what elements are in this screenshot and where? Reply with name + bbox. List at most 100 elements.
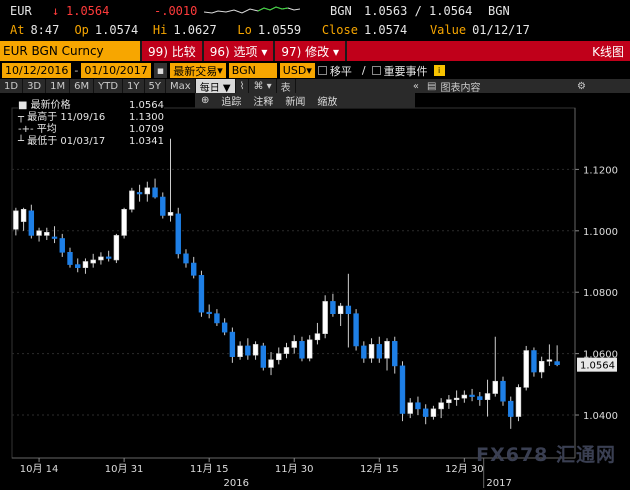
candle-body: [152, 187, 158, 198]
legend-value: 1.0341: [129, 136, 164, 147]
info-icon[interactable]: i: [433, 65, 445, 76]
period-3d[interactable]: 3D: [23, 79, 47, 93]
period-5y[interactable]: 5Y: [145, 79, 167, 93]
events-label: 重要事件: [383, 64, 428, 78]
calendar-icon[interactable]: ▪: [153, 63, 168, 78]
candle-body: [44, 232, 50, 236]
candle-body: [330, 301, 336, 315]
candle-body: [508, 400, 514, 417]
y-tick-label: 1.0400: [583, 411, 618, 422]
candle-body: [252, 344, 259, 356]
legend-item-high[interactable]: ┬ 最高于 11/09/16 1.1300: [18, 112, 164, 124]
watermark: FX678 汇通网: [476, 444, 616, 466]
candle-body: [214, 313, 220, 324]
candle-body: [59, 238, 65, 253]
y-tick-label: 1.1000: [583, 227, 618, 238]
open-label: Op: [74, 23, 89, 37]
compare-button[interactable]: 99) 比较: [142, 41, 202, 61]
high-value: 1.0627: [173, 23, 217, 37]
year-label: 2016: [224, 478, 249, 489]
candle-body: [82, 261, 89, 268]
quote-source-2: BGN: [488, 4, 510, 18]
bid-ask: 1.0563 / 1.0564: [364, 4, 473, 18]
function-toolbar: EUR BGN Curncy 99) 比较 96) 选项 ▾ 97) 修改 ▾ …: [0, 41, 630, 61]
candle-body: [13, 210, 19, 230]
chart-content-icon: ▤: [427, 80, 437, 92]
candle-body: [206, 311, 212, 315]
period-1d[interactable]: 1D: [0, 79, 24, 93]
legend-square-icon: ■: [18, 100, 31, 111]
line-chart-icon[interactable]: ⌇: [236, 79, 250, 93]
news-button[interactable]: 新闻: [279, 93, 311, 108]
cursor-icon[interactable]: ⊕: [195, 95, 215, 106]
candle-body: [345, 305, 352, 315]
legend-item-low[interactable]: ┴ 最低于 01/03/17 1.0341: [18, 136, 164, 148]
candle-body: [237, 345, 243, 357]
candle-body: [469, 394, 475, 397]
quote-source: BGN: [330, 4, 352, 18]
zoom-button[interactable]: 缩放: [311, 93, 343, 108]
candle-body: [191, 262, 197, 276]
candle-body: [307, 339, 313, 359]
period-1y[interactable]: 1Y: [123, 79, 145, 93]
candle-body: [268, 359, 274, 368]
candle-body: [129, 190, 135, 210]
candle-body: [67, 251, 73, 265]
candle-body: [500, 380, 506, 402]
price-change: -.0010: [154, 4, 198, 18]
period-6m[interactable]: 6M: [70, 79, 95, 93]
candle-body: [415, 402, 421, 410]
gear-icon[interactable]: ⚙: [573, 79, 590, 93]
legend-value: 1.0709: [129, 124, 164, 135]
candle-body: [75, 264, 81, 268]
close-value: 1.0574: [363, 23, 408, 37]
legend-value: 1.0564: [129, 100, 164, 111]
chart-content-button[interactable]: ▤ 图表内容: [423, 79, 573, 94]
candle-body: [422, 408, 429, 417]
at-label: At: [10, 23, 25, 37]
legend-item-avg[interactable]: -+- 平均 1.0709: [18, 124, 164, 136]
open-value: 1.0574: [94, 23, 139, 37]
move-label: 移平: [329, 64, 352, 78]
legend-item-last[interactable]: ■ 最新价格 1.0564: [18, 100, 164, 112]
candlestick-chart[interactable]: 1.04001.06001.08001.10001.120010月 14 10月 …: [0, 93, 630, 490]
candle-body: [461, 394, 468, 399]
options-button[interactable]: 96) 选项 ▾: [203, 41, 274, 61]
legend-label: 最高于 11/09/16: [27, 112, 106, 123]
chart-tools: ⊕ 追踪 注释 新闻 缩放: [195, 93, 415, 108]
candle-body: [229, 331, 236, 357]
source-field[interactable]: BGN: [228, 63, 277, 78]
candle-body: [90, 259, 96, 264]
avg-marker-icon: -+-: [18, 124, 37, 135]
candle-body: [531, 350, 537, 373]
candle-body: [291, 341, 297, 348]
source-text: BGN: [231, 64, 256, 77]
close-label: Close: [321, 23, 358, 37]
trading-select[interactable]: 最新交易 ▾: [170, 63, 226, 78]
period-ytd[interactable]: YTD: [94, 79, 124, 93]
candle-body: [113, 235, 120, 261]
modify-button[interactable]: 97) 修改 ▾: [275, 41, 345, 61]
collapse-left-icon[interactable]: «: [409, 79, 423, 93]
events-checkbox[interactable]: [371, 66, 381, 75]
value-date: 01/12/17: [472, 23, 530, 37]
currency-field[interactable]: USD ▾: [279, 63, 315, 78]
down-arrow-icon: ↓: [52, 4, 60, 18]
track-button[interactable]: 追踪: [215, 93, 247, 108]
period-max[interactable]: Max: [166, 79, 196, 93]
candle-body: [546, 359, 553, 362]
start-date-field[interactable]: 10/12/2016: [2, 63, 72, 78]
security-field[interactable]: EUR BGN Curncy: [0, 41, 140, 61]
move-checkbox[interactable]: [317, 66, 327, 75]
chart-legend: ■ 最新价格 1.0564 ┬ 最高于 11/09/16 1.1300 -+- 平均…: [18, 100, 164, 148]
period-1m[interactable]: 1M: [46, 79, 71, 93]
table-button[interactable]: 表: [277, 79, 296, 94]
candle-icon[interactable]: ⌘ ▾: [249, 79, 277, 93]
end-date-field[interactable]: 01/10/2017: [81, 63, 151, 78]
y-tick-label: 1.0800: [583, 288, 618, 299]
candle-body: [361, 345, 367, 359]
frequency-select[interactable]: 每日 ▼: [195, 79, 236, 94]
annotate-button[interactable]: 注释: [247, 93, 279, 108]
pencil-icon[interactable]: /: [362, 64, 366, 77]
chart-type-label: K线图: [347, 41, 630, 61]
